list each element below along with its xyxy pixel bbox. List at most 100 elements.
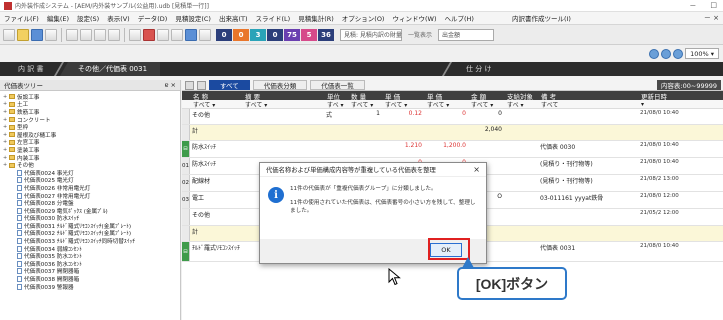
cell-date[interactable]: 21/08/0 10:40 [638,109,698,124]
cell-unit[interactable] [324,125,348,140]
menu-file[interactable]: ファイル(F) [4,13,39,23]
cell-sup[interactable] [504,192,538,208]
column-filter[interactable]: すべて [538,100,638,109]
undo-icon[interactable] [108,28,120,41]
cell-date[interactable] [638,125,698,140]
table-row[interactable]: その他式 1 0.12 0 0 21/08/0 10:40 [182,109,723,125]
insert-row-icon[interactable] [129,28,141,41]
tab-sorting[interactable]: 仕 分 け [448,62,508,76]
cell-note[interactable] [538,109,638,124]
column-filter[interactable]: すべて ▾ [382,100,424,109]
tree-node[interactable]: 代価表0033 ﾁﾙﾄﾞ羅式ﾘﾓｺﾝｽｲｯﾁ同時切替ｽｲｯﾁ [3,237,180,245]
tree-node[interactable]: 代価表0032 ﾁﾙﾄﾞ羅式ﾘﾓｺﾝｽｲｯﾁ(金属ﾌﾟﾚｰﾄ) [3,230,180,237]
column-filter[interactable]: ▾ [638,101,698,108]
menu-settings[interactable]: 設定(S) [77,13,99,23]
print-icon[interactable] [45,28,57,41]
tree-node[interactable]: 代価表0026 非常用電光灯 [3,184,180,192]
cell-sup[interactable] [504,209,538,225]
tree-node[interactable]: 代価表0035 防水ｺﾝｾﾝﾄ [3,252,180,260]
menu-help[interactable]: ヘルプ(H) [444,13,473,23]
cell-name[interactable]: 防水ｽｲｯﾁ [190,158,242,174]
tree-node[interactable]: + 土工 [3,101,180,108]
cell-amount[interactable]: 2,040 [468,125,504,140]
cell-note[interactable] [538,209,638,225]
cell-price2[interactable]: 1,200.0 [424,141,468,157]
save-icon[interactable] [31,28,43,41]
cell-name[interactable]: 防水ｽｲｯﾁ [190,141,242,157]
maximize-button[interactable]: □ [710,1,717,11]
cell-note[interactable]: 03-011161 yyyat鉄骨 [538,192,638,208]
cell-sup[interactable] [504,141,538,157]
tree-node[interactable]: 代価表0024 事光灯 [3,169,180,177]
cell-price[interactable]: 0.12 [382,109,424,124]
tree-node[interactable]: 代価表0039 警報器 [3,283,180,290]
tree-node[interactable]: 代価表0027 非常用電光灯 [3,192,180,199]
tree-node[interactable]: + 仮設工事 [3,93,180,101]
menu-tools[interactable]: 内訳書作成ツール(I) [512,13,571,23]
cut-icon[interactable] [66,28,78,41]
tree-node[interactable]: + 型枠 [3,123,180,131]
tree-node[interactable]: 代価表0031 ﾁﾙﾄﾞ羅式ﾘﾓｺﾝｽｲｯﾁ(金属ﾌﾟﾚｰﾄ) [3,222,180,230]
cell-name[interactable]: 計 [190,125,242,140]
cell-name[interactable]: 電工 [190,192,242,208]
panel-pin-close-icon[interactable]: ɐ × [165,81,176,89]
cell-price2[interactable] [424,125,468,140]
dialog-close-icon[interactable]: × [473,165,480,174]
cell-spec[interactable] [242,141,324,157]
table-row[interactable]: ⊟ 防水ｽｲｯﾁ 1.210 1,200.0 代価表 0030 21/08/0 10:40 [182,141,723,158]
column-filter[interactable]: すべて ▾ [468,100,504,109]
zoom-in-icon[interactable] [673,48,684,59]
find-icon[interactable] [157,28,169,41]
menu-estimate-settings[interactable]: 見積設定(C) [175,13,211,23]
cell-sup[interactable] [504,242,538,261]
column-filter[interactable]: すべ ▾ [504,100,538,109]
tree-node[interactable]: 代価表0025 電光灯 [3,177,180,184]
column-filter[interactable]: すべ ▾ [324,100,348,109]
calc-icon[interactable] [185,28,197,41]
tab-list[interactable]: 代価表一覧 [310,80,365,90]
tree-node[interactable]: 代価表0029 電気ﾎﾟｯｸｽ (金属ﾌﾟﾙ) [3,207,180,215]
cell-name[interactable]: その他 [190,209,242,225]
tree-node[interactable]: 代価表0028 分電盤 [3,199,180,207]
cell-qty[interactable] [348,141,382,157]
open-icon[interactable] [17,28,29,41]
view-toggle-icon[interactable] [197,80,206,90]
cell-qty[interactable] [348,125,382,140]
amount-select[interactable]: 出金額 [438,28,495,41]
estimate-select[interactable]: 見積: 見積内訳の財量 [340,28,402,41]
zoom-out-icon[interactable] [649,48,660,59]
mdi-close-controls[interactable]: － × [704,13,719,23]
cell-note[interactable]: (見積り・刊行物等) [538,158,638,174]
cell-spec[interactable] [242,109,324,124]
tree-node[interactable]: 代価表0034 弱線ｺﾝｾﾝﾄ [3,245,180,252]
column-header[interactable]: 更新日時 [638,91,698,101]
column-filter[interactable]: すべて ▾ [348,100,382,109]
cell-amount[interactable] [468,141,504,157]
cell-note[interactable]: 代価表 0031 [538,242,638,261]
new-icon[interactable] [3,28,15,41]
cell-price2[interactable]: 0 [424,109,468,124]
cell-sup[interactable] [504,226,538,241]
cell-date[interactable]: 21/08/0 10:40 [638,141,698,157]
cell-date[interactable] [638,226,698,241]
menu-data[interactable]: データ(D) [138,13,168,23]
tree-node[interactable]: + 屋根及び樋工事 [3,131,180,139]
tree-node[interactable]: + コンクリート [3,116,180,124]
cell-note[interactable]: (見積り・刊行物等) [538,175,638,191]
minimize-button[interactable]: － [689,1,696,11]
tree-node[interactable]: 代価表0037 開閉器箱 [3,268,180,275]
cell-date[interactable]: 21/08/2 13:00 [638,175,698,191]
table-row[interactable]: 計 2,040 [182,125,723,141]
cell-note[interactable]: 代価表 0030 [538,141,638,157]
tab-all[interactable]: すべて [209,80,250,90]
tree-node[interactable]: + 内装工事 [3,154,180,162]
tree-node[interactable]: 代価表0036 防水ｺﾝｾﾝﾄ [3,260,180,268]
tree-node[interactable]: + 左官工事 [3,139,180,146]
delete-icon[interactable] [143,28,155,41]
menu-output[interactable]: 出来高(T) [219,13,248,23]
cell-spec[interactable] [242,125,324,140]
tree-node[interactable]: + 鉄筋工事 [3,108,180,116]
cell-sup[interactable] [504,158,538,174]
column-filter[interactable]: すべて ▾ [424,100,468,109]
column-filter[interactable]: すべて ▾ [190,100,242,109]
